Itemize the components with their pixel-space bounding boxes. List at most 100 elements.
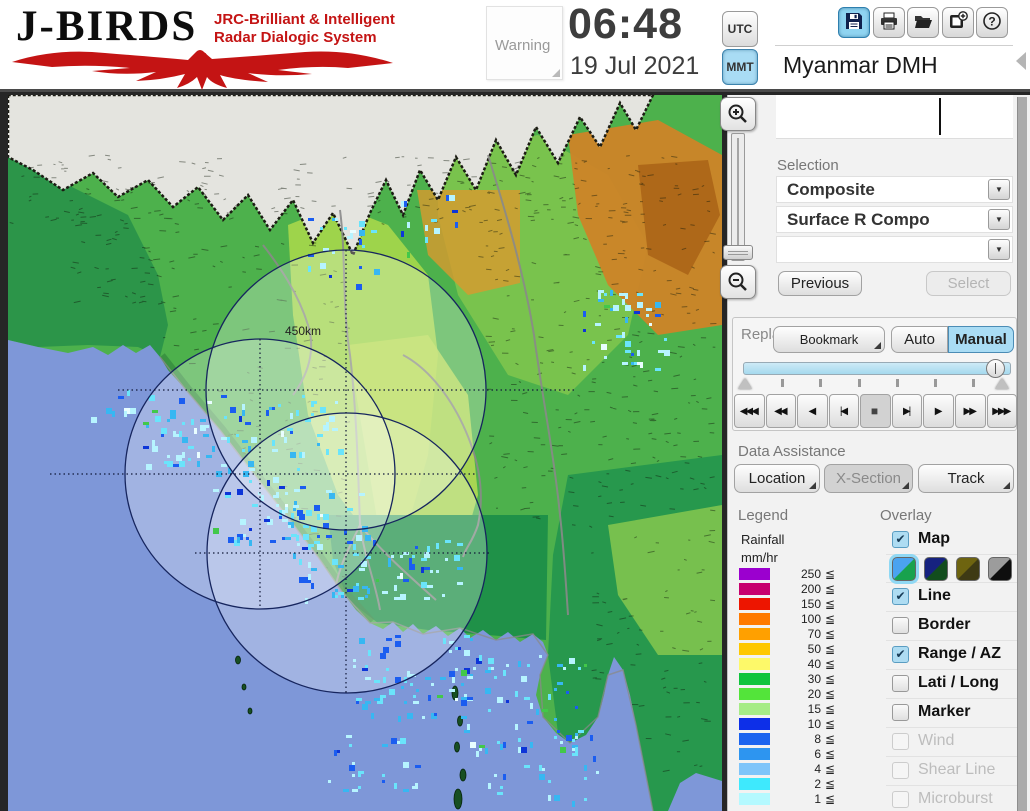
mmt-button[interactable]: MMT [722,49,758,85]
legend-swatch [739,673,770,685]
selection-section-label: Selection [777,157,839,174]
legend-row: 2 ≦ [739,777,869,792]
overlay-option-shear-line[interactable]: Shear Line [886,757,1024,786]
slider-tick [934,379,937,387]
warning-panel[interactable]: Warning [486,6,563,80]
zoom-slider-track[interactable] [731,133,745,261]
legend-swatch [739,793,770,805]
play-button[interactable]: ▶ [923,394,954,428]
selection-dropdown-1[interactable]: Composite ▼ [776,176,1013,203]
range-distance-label: 450km [285,324,321,338]
step-forward-button[interactable]: ▶| [891,394,923,428]
legend-comparator: ≦ [825,627,836,641]
select-button[interactable]: Select [926,271,1011,296]
checkbox[interactable] [892,791,909,808]
checkbox[interactable] [892,733,909,750]
legend-row: 4 ≦ [739,762,869,777]
selection-dropdown-3[interactable]: ▼ [776,236,1013,263]
zoom-out-button[interactable] [720,265,756,299]
map-style-swatch-1[interactable] [892,557,916,581]
play-reverse-button[interactable]: ◀ [797,394,828,428]
overlay-option-range-az[interactable]: ✔ Range / AZ [886,641,1024,670]
map-style-swatch-3[interactable] [956,557,980,581]
overlay-option-lati-long[interactable]: Lati / Long [886,670,1024,699]
control-panel: Selection Composite ▼ Surface R Compo ▼ … [727,95,1030,811]
overlay-option-label: Shear Line [918,761,996,778]
legend-swatch [739,628,770,640]
map-style-swatch-4[interactable] [988,557,1012,581]
legend-swatch [739,778,770,790]
stop-button[interactable]: ■ [860,394,891,428]
legend-comparator: ≦ [825,702,836,716]
open-folder-icon [913,11,933,34]
overlay-option-border[interactable]: Border [886,612,1024,641]
x-section-label: X-Section [835,470,902,487]
legend-comparator: ≦ [825,612,836,626]
chevron-down-icon[interactable]: ▼ [988,239,1010,260]
fastest-rewind-button[interactable]: ◀◀◀ [734,394,765,428]
help-button[interactable]: ? [976,7,1008,38]
overlay-option-marker[interactable]: Marker [886,699,1024,728]
checkbox[interactable] [892,704,909,721]
chevron-down-icon[interactable]: ▼ [988,179,1010,200]
overlay-option-label: Line [918,587,951,604]
slider-tick [781,379,784,387]
legend-row: 200 ≦ [739,582,869,597]
x-section-button[interactable]: X-Section [824,464,913,493]
slider-end-marker-icon [995,378,1009,389]
overlay-option-wind[interactable]: Wind [886,728,1024,757]
legend-value: 10 [807,717,821,731]
overlay-option-microburst[interactable]: Microburst [886,786,1024,811]
auto-mode-button[interactable]: Auto [891,326,948,353]
resize-grip-icon[interactable] [552,69,560,77]
zoom-slider-handle[interactable] [723,245,753,260]
panel-scrollbar[interactable] [1017,97,1027,811]
previous-button[interactable]: Previous [778,271,862,296]
selection-dropdown-2[interactable]: Surface R Compo ▼ [776,206,1013,233]
replay-slider-track[interactable] [743,362,1011,375]
checkbox[interactable] [892,675,909,692]
print-button[interactable] [872,7,905,38]
track-button[interactable]: Track [918,464,1014,493]
replay-slider-handle[interactable] [986,359,1005,378]
capture-icon [948,11,968,34]
radar-map-canvas[interactable]: 450km [6,93,722,811]
app-logo-tagline: JRC-Brilliant & Intelligent Radar Dialog… [214,11,395,47]
legend-comparator: ≦ [825,642,836,656]
save-button[interactable] [838,7,870,38]
data-assistance-label: Data Assistance [738,443,846,460]
legend-value: 4 [814,762,821,776]
fast-forward-button[interactable]: ▶▶ [954,394,986,428]
radar-map[interactable]: 450km [6,93,722,811]
utc-button[interactable]: UTC [722,11,758,47]
save-icon [844,11,864,34]
checkbox[interactable]: ✔ [892,588,909,605]
legend-row: 50 ≦ [739,642,869,657]
checkbox[interactable] [892,617,909,634]
checkbox[interactable]: ✔ [892,646,909,663]
clock-time: 06:48 [568,0,683,48]
overlay-option-line[interactable]: ✔ Line [886,583,1024,612]
bookmark-button[interactable]: Bookmark [773,326,885,353]
manual-mode-button[interactable]: Manual [948,326,1014,353]
eagle-logo-icon [12,50,393,90]
capture-button[interactable] [941,7,974,38]
slider-tick [819,379,822,387]
chevron-down-icon[interactable]: ▼ [988,209,1010,230]
replay-section: Replay Bookmark Auto Manual ◀◀◀ ◀◀ ◀ |◀ ■ ▶| ▶… [732,317,1018,431]
step-back-button[interactable]: |◀ [828,394,860,428]
open-folder-button[interactable] [907,7,939,38]
fastest-forward-button[interactable]: ▶▶▶ [986,394,1018,428]
track-label: Track [947,470,985,487]
help-icon: ? [982,11,1002,34]
fast-rewind-button[interactable]: ◀◀ [765,394,797,428]
overlay-option-map[interactable]: ✔ Map [886,526,1024,555]
location-button[interactable]: Location [734,464,820,493]
panel-collapse-arrow-icon[interactable] [1016,52,1026,70]
zoom-in-button[interactable] [720,97,756,131]
checkbox[interactable] [892,762,909,779]
checkbox[interactable]: ✔ [892,531,909,548]
legend-value: 20 [807,687,821,701]
map-style-swatch-2[interactable] [924,557,948,581]
corner-menu-icon [902,482,909,489]
